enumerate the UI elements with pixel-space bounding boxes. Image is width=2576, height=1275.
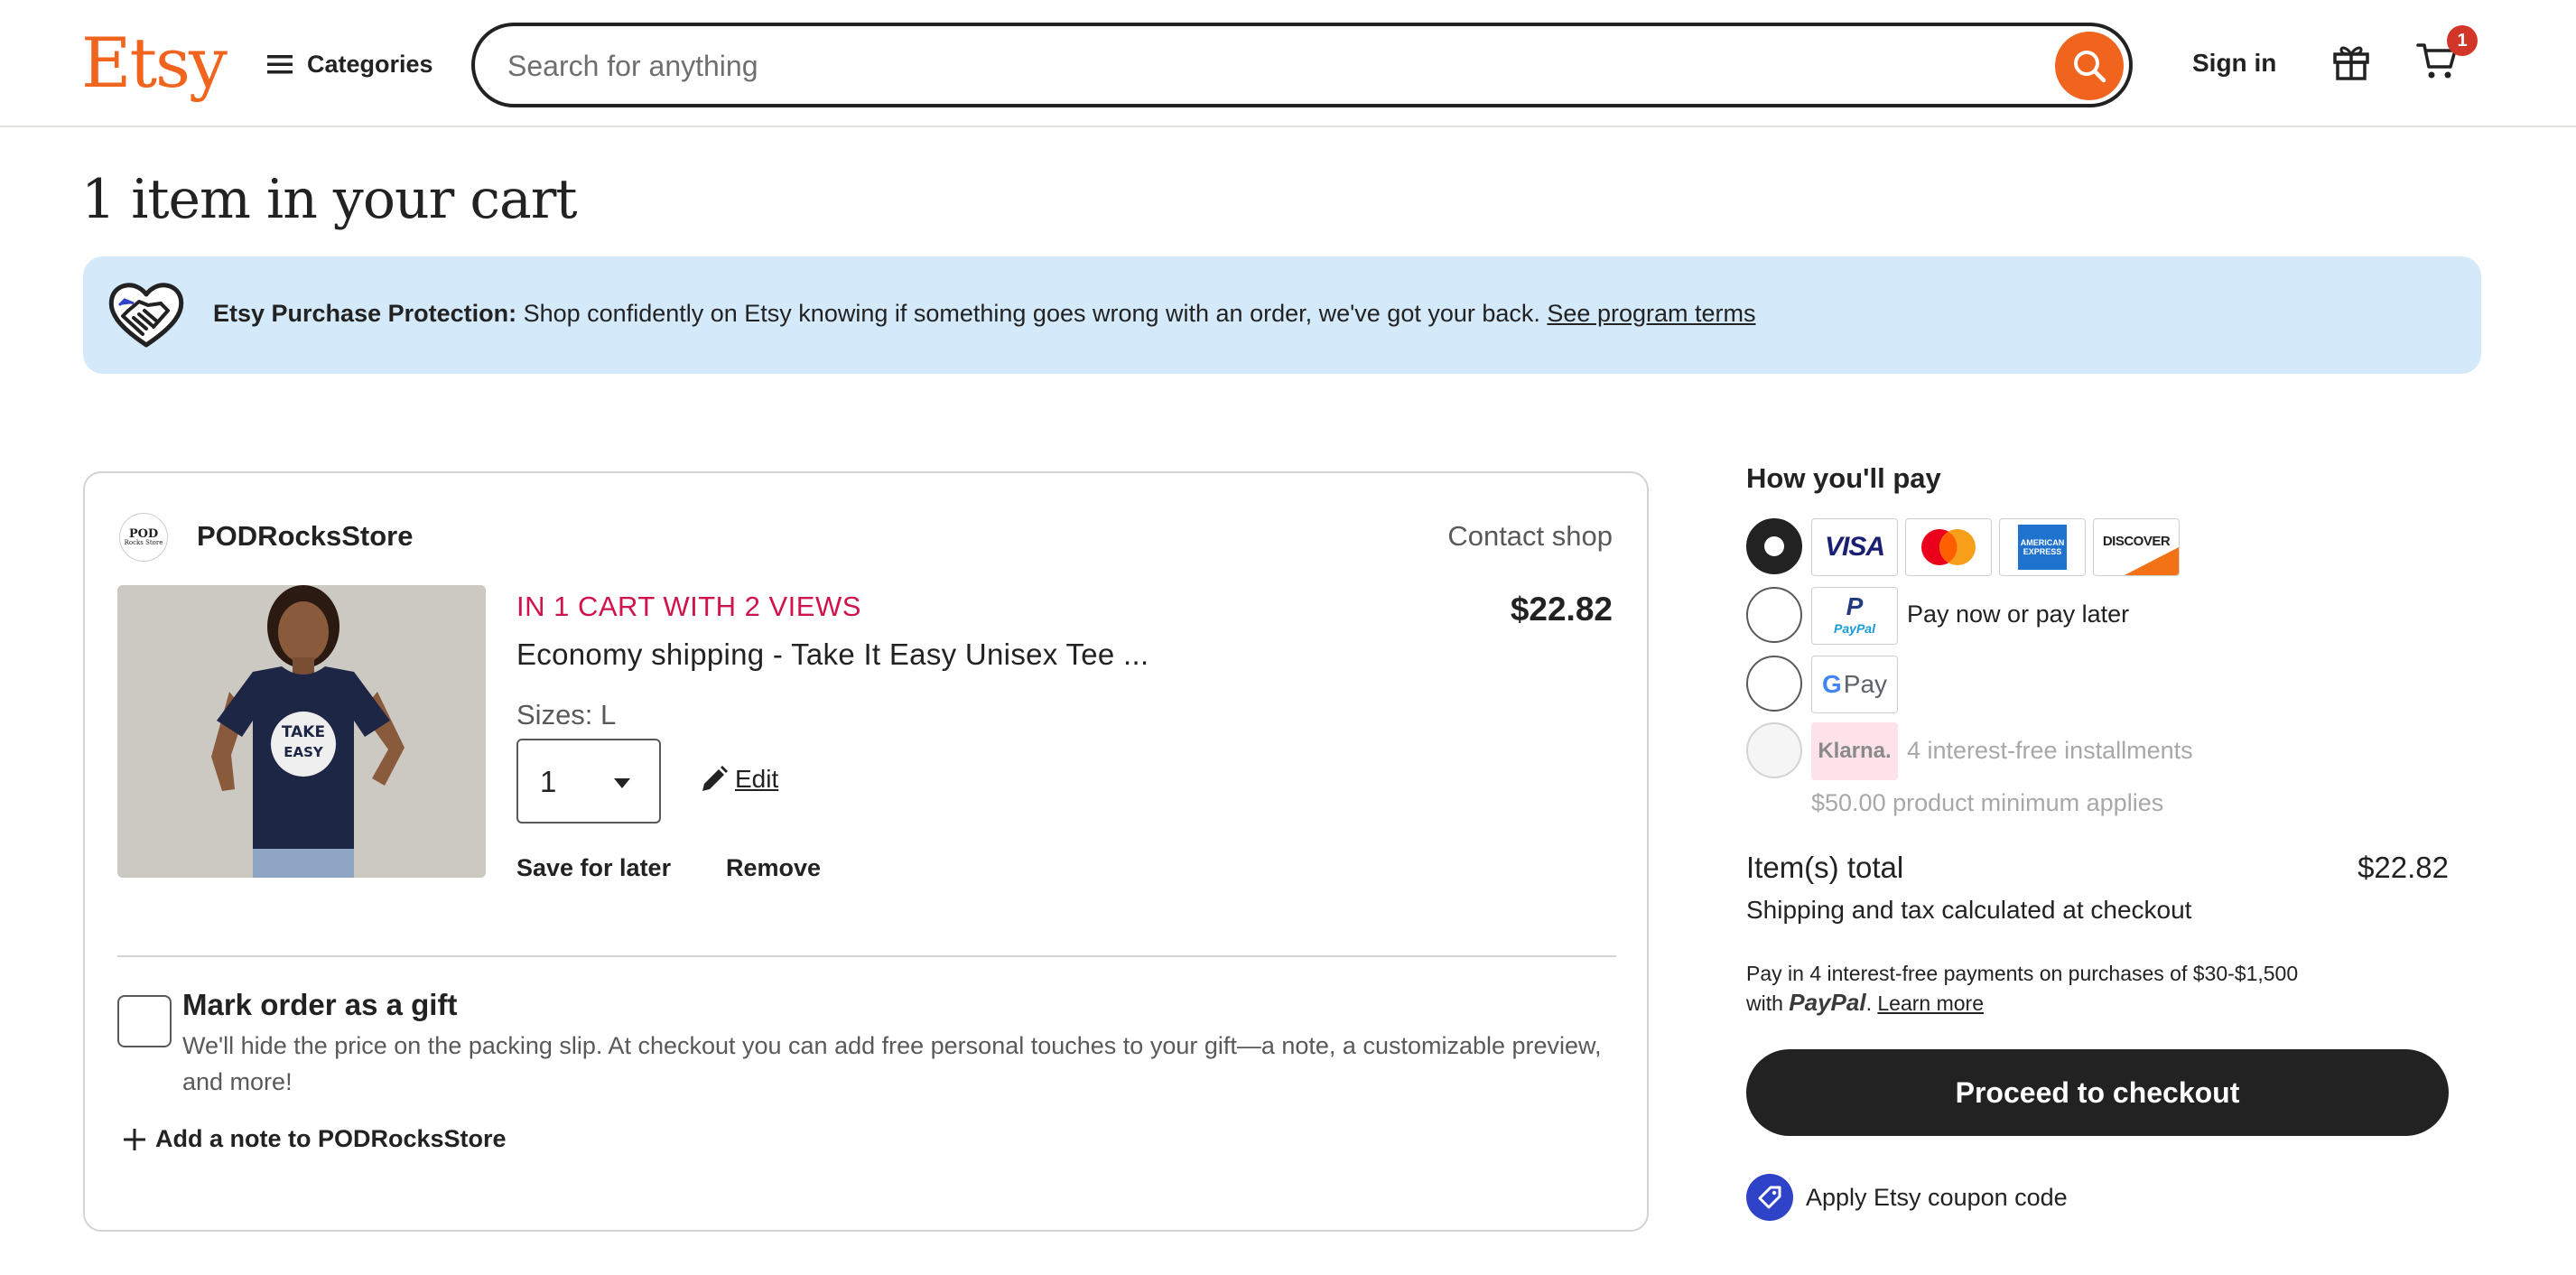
edit-item-button[interactable]: Edit — [699, 764, 778, 795]
svg-text:TAKE: TAKE — [282, 723, 325, 741]
gpay-g: G — [1821, 670, 1842, 698]
proceed-to-checkout-button[interactable]: Proceed to checkout — [1746, 1049, 2449, 1136]
product-image[interactable]: TAKE EASY — [117, 585, 486, 878]
mastercard-logo — [1905, 518, 1992, 576]
add-note-button[interactable]: Add a note to PODRocksStore — [121, 1125, 507, 1153]
learn-more-link[interactable]: Learn more — [1877, 991, 1984, 1015]
handshake-heart-icon — [107, 278, 186, 355]
search-bar — [471, 23, 2133, 107]
protection-body: Shop confidently on Etsy knowing if some… — [516, 300, 1548, 327]
shop-cart-card: POD Rocks Store PODRocksStore Contact sh… — [83, 471, 1649, 1232]
search-button[interactable] — [2055, 32, 2124, 100]
gpay-payment-radio[interactable] — [1746, 656, 1802, 712]
chevron-down-icon — [614, 778, 630, 788]
quantity-value: 1 — [540, 765, 557, 798]
svg-text:EASY: EASY — [284, 744, 324, 760]
paypal-logo: P PayPal — [1811, 587, 1898, 645]
contact-shop-link[interactable]: Contact shop — [1447, 520, 1613, 553]
paypal-logo-text: PayPal — [1834, 621, 1875, 636]
paypal-payment-radio[interactable] — [1746, 587, 1802, 643]
paypal-note-with: with — [1746, 991, 1790, 1015]
protection-text: Etsy Purchase Protection: Shop confident… — [213, 300, 1756, 328]
plus-icon — [124, 1128, 145, 1150]
payment-title: How you'll pay — [1746, 462, 1941, 494]
categories-button[interactable]: Categories — [267, 43, 433, 85]
klarna-logo: Klarna. — [1811, 722, 1898, 780]
item-price: $22.82 — [1510, 591, 1613, 628]
paypal-note-line2: with PayPal. Learn more — [1746, 988, 2378, 1018]
remove-item-button[interactable]: Remove — [726, 854, 821, 882]
paypal-note-line1: Pay in 4 interest-free payments on purch… — [1746, 962, 2299, 985]
cart-count-badge: 1 — [2447, 25, 2478, 56]
discover-text: DISCOVER — [2102, 534, 2171, 549]
categories-label: Categories — [307, 50, 433, 78]
discover-logo: DISCOVER — [2093, 518, 2180, 576]
discover-art: DISCOVER — [2094, 519, 2179, 575]
demand-badge: IN 1 CART WITH 2 VIEWS — [516, 591, 861, 622]
klarna-minimum-note: $50.00 product minimum applies — [1811, 789, 2164, 816]
search-input[interactable] — [507, 42, 1952, 89]
page-title: 1 item in your cart — [81, 168, 578, 231]
card-payment-radio[interactable] — [1746, 518, 1802, 574]
gift-description: We'll hide the price on the packing slip… — [182, 1032, 1602, 1095]
etsy-logo[interactable]: Etsy — [81, 20, 228, 107]
amex-box: AMERICAN EXPRESS — [2018, 525, 2067, 570]
tag-icon — [1746, 1174, 1793, 1221]
sign-in-link[interactable]: Sign in — [2192, 49, 2276, 78]
klarna-label: 4 interest-free installments — [1907, 737, 2193, 764]
purchase-protection-banner: Etsy Purchase Protection: Shop confident… — [83, 256, 2481, 374]
shop-name-link[interactable]: PODRocksStore — [197, 520, 413, 553]
quantity-select[interactable]: 1 — [516, 739, 661, 824]
divider — [117, 955, 1616, 957]
amex-line1: AMERICAN — [2020, 538, 2065, 547]
hamburger-icon — [267, 55, 293, 74]
gpay-pay: Pay — [1843, 670, 1888, 698]
gift-title: Mark order as a gift — [182, 988, 458, 1021]
paypal-installments-note: Pay in 4 interest-free payments on purch… — [1746, 959, 2378, 1018]
edit-label: Edit — [735, 765, 779, 793]
amex-logo: AMERICAN EXPRESS — [1999, 518, 2086, 576]
paypal-note-dot: . — [1865, 991, 1878, 1015]
visa-text: VISA — [1824, 532, 1885, 562]
amex-line2: EXPRESS — [2023, 547, 2062, 556]
visa-logo: VISA — [1811, 518, 1898, 576]
site-header: Etsy Categories Sign in — [0, 0, 2576, 127]
save-for-later-button[interactable]: Save for later — [516, 854, 671, 882]
product-title-link[interactable]: Economy shipping - Take It Easy Unisex T… — [516, 638, 1149, 672]
google-pay-logo: G Pay — [1811, 656, 1898, 713]
mastercard-icon — [1921, 529, 1976, 565]
paypal-brand-text: PayPal — [1789, 989, 1866, 1016]
gift-checkbox[interactable] — [117, 995, 172, 1047]
paypal-label: Pay now or pay later — [1907, 600, 2130, 628]
apply-coupon-button[interactable]: Apply Etsy coupon code — [1746, 1174, 2068, 1221]
program-terms-link[interactable]: See program terms — [1547, 300, 1755, 327]
pencil-icon — [702, 766, 728, 791]
shop-avatar[interactable]: POD Rocks Store — [119, 513, 168, 562]
paypal-logo-letter: P — [1846, 592, 1864, 620]
gift-icon — [2333, 46, 2369, 80]
gift-button[interactable] — [2331, 42, 2371, 86]
add-note-label: Add a note to PODRocksStore — [155, 1125, 507, 1152]
klarna-payment-radio[interactable] — [1746, 722, 1802, 778]
coupon-label: Apply Etsy coupon code — [1806, 1183, 2068, 1211]
items-total-value: $22.82 — [2357, 851, 2449, 884]
shipping-tax-note: Shipping and tax calculated at checkout — [1746, 896, 2192, 924]
shop-avatar-line2: Rocks Store — [124, 539, 163, 546]
tshirt-model-illustration: TAKE EASY — [117, 585, 486, 878]
item-variation: Sizes: L — [516, 699, 617, 731]
protection-bold-label: Etsy Purchase Protection: — [213, 300, 517, 327]
search-icon — [2074, 51, 2106, 83]
items-total-label: Item(s) total — [1746, 851, 1904, 884]
